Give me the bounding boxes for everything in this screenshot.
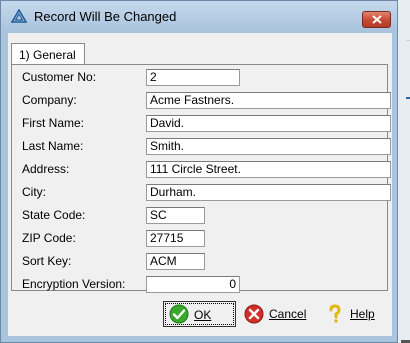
address-field[interactable]: 111 Circle Street. — [146, 161, 391, 178]
dialog-client-area: 1) General Customer No: 2 Company: Acme … — [8, 33, 392, 336]
zip-code-field[interactable]: 27715 — [146, 230, 205, 247]
zip-code-label: ZIP Code: — [22, 231, 76, 245]
first-name-field[interactable]: David. — [146, 115, 391, 132]
encryption-version-label: Encryption Version: — [22, 277, 126, 291]
background-window-edge — [398, 0, 410, 343]
ok-button[interactable]: OK — [163, 301, 236, 327]
cancel-button[interactable]: Cancel — [244, 301, 314, 327]
first-name-label: First Name: — [22, 116, 85, 130]
question-icon — [329, 304, 341, 323]
encryption-version-field[interactable]: 0 — [146, 276, 240, 293]
dialog-window: Record Will Be Changed 1) General Custom… — [0, 0, 398, 343]
background-line — [406, 40, 410, 41]
customer-no-label: Customer No: — [22, 70, 97, 84]
address-label: Address: — [22, 162, 70, 176]
last-name-field[interactable]: Smith. — [146, 138, 391, 155]
company-label: Company: — [22, 93, 77, 107]
background-line-accent — [406, 97, 410, 99]
sort-key-field[interactable]: ACM — [146, 253, 205, 270]
tab-general-label: 1) General — [19, 48, 76, 62]
close-icon — [372, 15, 382, 24]
city-field[interactable]: Durham. — [146, 184, 391, 201]
sort-key-label: Sort Key: — [22, 254, 72, 268]
state-code-label: State Code: — [22, 208, 86, 222]
cancel-button-label: Cancel — [269, 307, 307, 321]
state-code-field[interactable]: SC — [146, 207, 205, 224]
general-panel: Customer No: 2 Company: Acme Fastners. F… — [11, 64, 391, 293]
tab-general[interactable]: 1) General — [11, 43, 85, 65]
last-name-label: Last Name: — [22, 139, 84, 153]
app-triangle-icon — [11, 9, 27, 23]
title-bar[interactable]: Record Will Be Changed — [1, 1, 397, 31]
ok-button-label: OK — [194, 308, 212, 322]
window-title: Record Will Be Changed — [34, 9, 177, 24]
company-field[interactable]: Acme Fastners. — [146, 92, 391, 109]
close-button[interactable] — [362, 11, 391, 28]
cancel-x-icon — [244, 304, 264, 324]
city-label: City: — [22, 185, 46, 199]
help-button-label: Help — [350, 307, 375, 321]
check-icon — [169, 304, 189, 324]
help-button[interactable]: Help — [326, 301, 382, 327]
customer-no-field[interactable]: 2 — [146, 69, 240, 86]
